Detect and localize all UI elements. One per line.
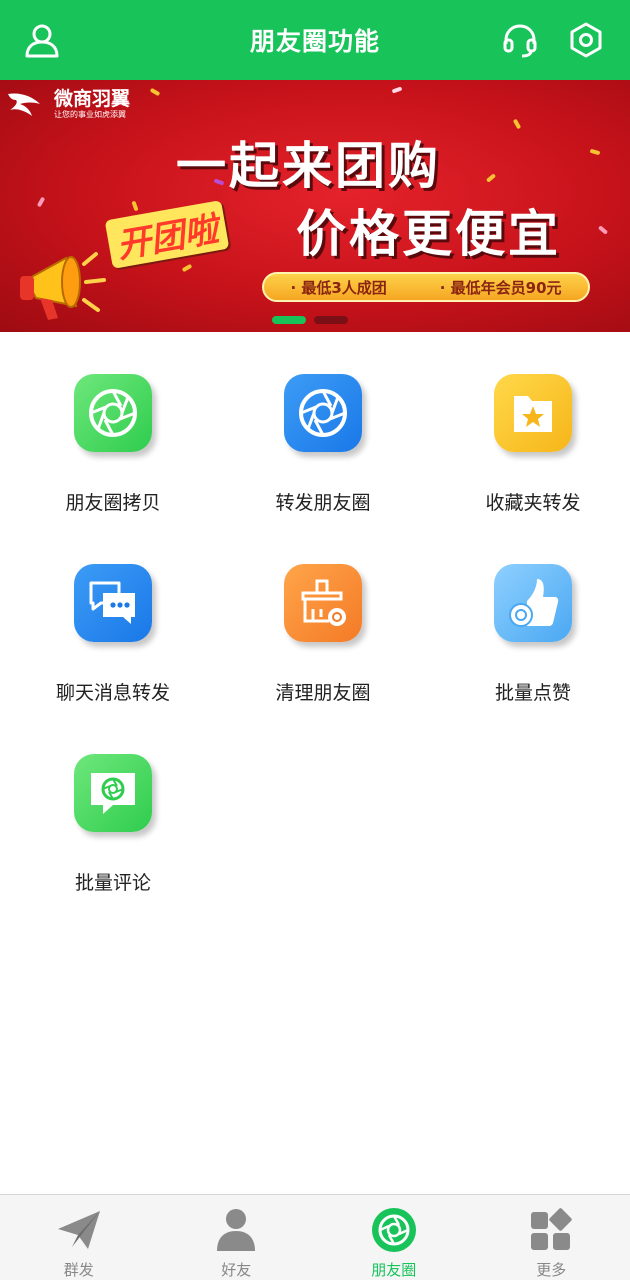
promo-item-min-group: · 最低3人成团	[290, 278, 387, 297]
tab-mass-send[interactable]: 群发	[0, 1195, 158, 1280]
thumbs-up-icon	[509, 579, 559, 627]
tab-moments[interactable]: 朋友圈	[315, 1195, 473, 1280]
tab-friends[interactable]: 好友	[158, 1195, 316, 1280]
confetti-decoration	[391, 86, 403, 94]
confetti-decoration	[597, 225, 609, 235]
feature-icon-box	[494, 374, 572, 452]
nav-icon-wrap	[371, 1207, 417, 1253]
confetti-decoration	[36, 196, 46, 208]
confetti-decoration	[149, 87, 161, 97]
feature-label: 收藏夹转发	[485, 492, 581, 514]
tab-label: 群发	[63, 1261, 94, 1279]
megaphone-icon	[18, 246, 110, 332]
feature-icon-box	[284, 564, 362, 642]
feature-moments-copy[interactable]: 朋友圈拷贝	[8, 332, 218, 522]
feature-icon-box	[74, 374, 152, 452]
top-app-bar: 朋友圈功能	[0, 0, 630, 80]
confetti-decoration	[485, 173, 497, 183]
shutter-icon	[371, 1208, 416, 1252]
promo-banner[interactable]: 微商羽翼 让您的事业如虎添翼 一起来团购 价格更便宜 开团啦 · 最低3人成团 …	[0, 80, 630, 332]
chat-bubbles-icon	[89, 581, 135, 624]
banner-headline-2: 价格更便宜	[296, 205, 561, 263]
tab-label: 朋友圈	[371, 1261, 417, 1279]
paper-plane-icon	[57, 1211, 100, 1249]
feature-label: 转发朋友圈	[275, 492, 371, 514]
carousel-dot[interactable]	[272, 316, 306, 324]
feature-clean-moments[interactable]: 清理朋友圈	[218, 522, 428, 712]
person-icon	[217, 1209, 256, 1251]
grid-more-icon	[531, 1208, 572, 1250]
carousel-dot[interactable]	[314, 316, 348, 324]
confetti-decoration	[131, 200, 139, 212]
tab-label: 更多	[536, 1261, 567, 1279]
nav-icon-wrap	[56, 1207, 102, 1253]
feature-batch-comment[interactable]: 批量评论	[8, 712, 218, 902]
user-icon	[25, 24, 59, 58]
profile-button[interactable]	[18, 16, 66, 64]
feature-label: 清理朋友圈	[275, 682, 371, 704]
shutter-icon	[89, 389, 137, 437]
feature-label: 朋友圈拷贝	[65, 492, 161, 514]
promo-item-min-membership: · 最低年会员90元	[439, 278, 562, 297]
headset-icon	[503, 24, 537, 58]
feature-label: 批量评论	[74, 872, 151, 894]
bottom-tab-bar: 群发 好友 朋友圈 更多	[0, 1194, 630, 1280]
feature-label: 聊天消息转发	[55, 682, 170, 704]
tab-more[interactable]: 更多	[473, 1195, 630, 1280]
confetti-decoration	[589, 148, 601, 156]
feature-batch-like[interactable]: 批量点赞	[428, 522, 630, 712]
nav-icon-wrap	[213, 1207, 259, 1253]
banner-sticker: 开团啦	[104, 200, 230, 269]
promo-pill: · 最低3人成团 · 最低年会员90元	[262, 272, 590, 302]
feature-icon-box	[74, 564, 152, 642]
settings-hex-icon	[570, 22, 602, 58]
wing-logo-icon	[8, 93, 40, 116]
nav-icon-wrap	[528, 1207, 574, 1253]
brand-logo: 微商羽翼 让您的事业如虎添翼	[6, 86, 130, 122]
settings-button[interactable]	[562, 16, 610, 64]
folder-star-icon	[514, 396, 552, 432]
shutter-icon	[299, 389, 347, 437]
confetti-decoration	[181, 263, 193, 273]
feature-icon-box	[494, 564, 572, 642]
banner-headline-1: 一起来团购	[176, 137, 441, 195]
feature-chat-forward[interactable]: 聊天消息转发	[8, 522, 218, 712]
feature-icon-box	[284, 374, 362, 452]
feature-label: 批量点赞	[494, 682, 571, 704]
tab-label: 好友	[221, 1261, 252, 1279]
customer-service-button[interactable]	[496, 16, 544, 64]
confetti-decoration	[512, 118, 522, 130]
brand-slogan: 让您的事业如虎添翼	[54, 110, 126, 119]
feature-favorites-forward[interactable]: 收藏夹转发	[428, 332, 630, 522]
comment-shutter-icon	[91, 773, 135, 814]
carousel-indicator	[272, 316, 348, 324]
broom-icon	[301, 579, 346, 626]
brand-name: 微商羽翼	[54, 88, 131, 110]
page-title: 朋友圈功能	[249, 27, 380, 56]
feature-icon-box	[74, 754, 152, 832]
feature-forward-moments[interactable]: 转发朋友圈	[218, 332, 428, 522]
